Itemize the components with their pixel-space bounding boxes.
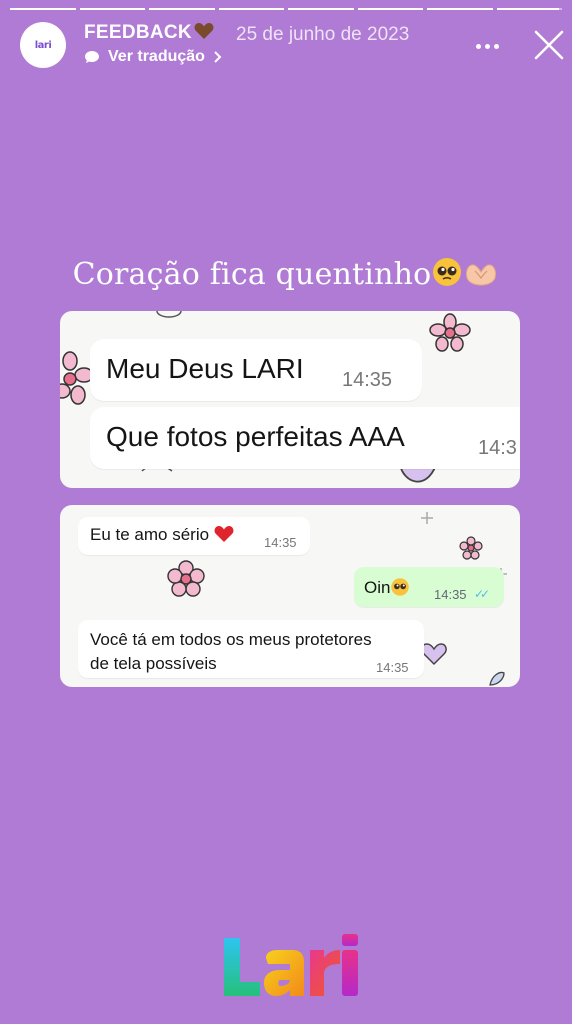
caption-text: Coração fica quentinho — [72, 257, 432, 292]
message-bubble[interactable]: Meu Deus LARI 14:35 — [90, 339, 422, 401]
message-text-content: Eu te amo sério — [90, 525, 210, 544]
progress-segment-fill — [10, 8, 76, 10]
progress-segment — [149, 8, 215, 10]
progress-segment-fill — [288, 8, 354, 10]
message-bubble[interactable]: Que fotos perfeitas AAA 14:3 — [90, 407, 520, 469]
story-title[interactable]: FEEDBACK — [84, 22, 214, 44]
translate-label: Ver tradução — [108, 48, 205, 65]
message-time: 14:35 — [434, 587, 467, 602]
more-options-button[interactable] — [476, 36, 502, 56]
story-date: 25 de junho de 2023 — [236, 24, 410, 45]
message-text: Meu Deus LARI — [106, 353, 304, 384]
lari-logo — [224, 934, 358, 996]
leaf-doodle-icon — [156, 311, 182, 318]
brown-heart-icon — [194, 23, 214, 39]
dot-icon — [476, 43, 481, 49]
message-text: Oin — [364, 577, 410, 598]
progress-segment-fill — [496, 8, 559, 10]
close-icon[interactable] — [532, 28, 566, 62]
message-time: 14:35 — [264, 535, 297, 550]
progress-segment-fill — [218, 8, 284, 10]
leaf-doodle-icon — [489, 671, 505, 686]
progress-segment-fill — [427, 8, 493, 10]
heart-hands-icon — [466, 264, 497, 286]
chat-screenshot-2: Eu te amo sério 14:35 Oin 14:35 ✓✓ Você … — [60, 505, 520, 687]
chat-screenshot-1: Meu Deus LARI 14:35 Que fotos perfeitas … — [60, 311, 520, 488]
progress-segment — [496, 8, 562, 10]
message-time: 14:3 — [478, 437, 517, 459]
story-progress-bar — [10, 8, 562, 10]
story-title-text: FEEDBACK — [84, 22, 192, 43]
progress-segment — [357, 8, 423, 10]
message-text-content: Oin — [364, 578, 391, 597]
chevron-right-icon — [214, 51, 222, 63]
progress-segment-fill — [149, 8, 215, 10]
translate-link[interactable]: Ver tradução — [84, 48, 223, 66]
message-time: 14:35 — [376, 660, 409, 675]
message-text: Eu te amo sério — [90, 525, 234, 545]
flower-doodle-icon — [167, 560, 205, 597]
progress-segment — [79, 8, 145, 10]
account-avatar[interactable]: lari — [20, 22, 66, 68]
story-caption: Coração fica quentinho — [0, 256, 572, 292]
sent-message-bubble[interactable]: Oin 14:35 ✓✓ — [354, 567, 504, 607]
pleading-face-icon — [433, 258, 462, 286]
message-bubble[interactable]: Você tá em todos os meus protetores de t… — [78, 620, 424, 678]
progress-segment — [218, 8, 284, 10]
read-ticks-icon: ✓✓ — [474, 587, 490, 601]
red-heart-icon — [214, 526, 234, 542]
progress-segment — [10, 8, 76, 10]
dot-icon — [485, 43, 490, 49]
heart-doodle-icon — [421, 643, 447, 666]
progress-segment-fill — [357, 8, 423, 10]
progress-segment — [288, 8, 354, 10]
message-text: Você tá em todos os meus protetores de t… — [90, 630, 372, 673]
pleading-face-icon — [391, 578, 410, 596]
sparkle-doodle-icon — [421, 512, 433, 524]
message-time: 14:35 — [342, 369, 393, 391]
dot-icon — [494, 43, 499, 49]
flower-doodle-icon — [429, 313, 471, 352]
flower-doodle-icon — [459, 536, 483, 560]
progress-segment-fill — [79, 8, 145, 10]
chat-bubble-icon — [85, 51, 99, 63]
avatar-logo-text: lari — [34, 39, 52, 51]
message-bubble[interactable]: Eu te amo sério 14:35 — [78, 517, 310, 555]
progress-segment — [427, 8, 493, 10]
message-text: Que fotos perfeitas AAA — [106, 421, 405, 452]
